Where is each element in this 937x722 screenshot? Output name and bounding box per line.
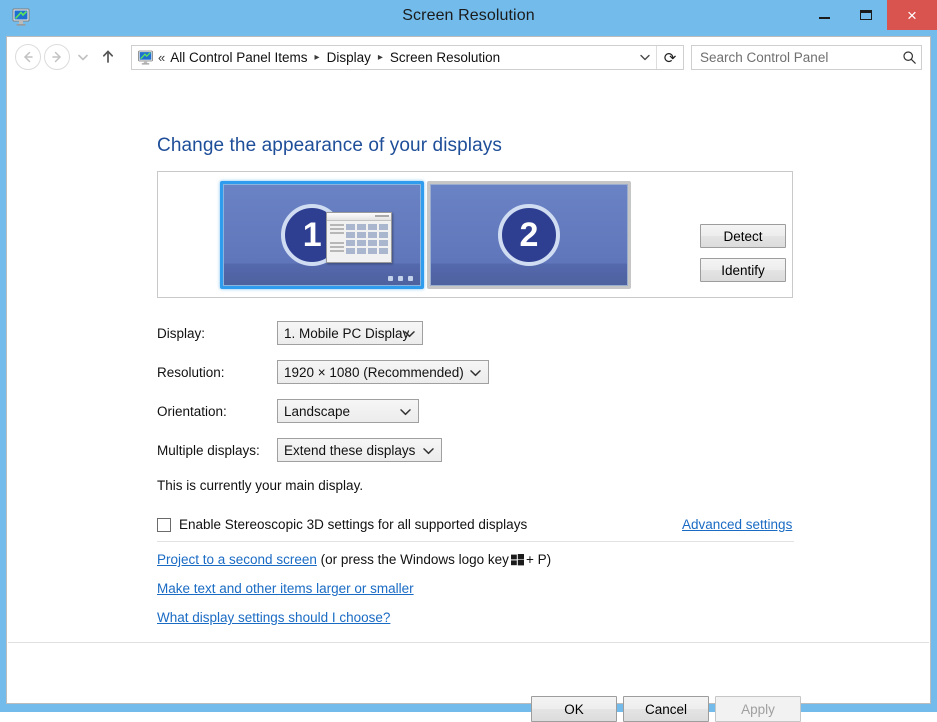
breadcrumb-overflow-icon[interactable]: « [158, 50, 165, 65]
make-text-larger-link-text: Make text and other items larger or smal… [157, 581, 414, 596]
up-arrow-icon [102, 50, 114, 63]
orientation-select-value: Landscape [284, 403, 351, 419]
refresh-icon: ⟳ [663, 49, 677, 67]
chevron-down-icon [470, 365, 481, 380]
ok-button[interactable]: OK [531, 696, 617, 722]
preview-window-titlebar [327, 213, 391, 221]
multiple-displays-label: Multiple displays: [157, 442, 260, 458]
divider [157, 541, 794, 542]
preview-window-icon [326, 212, 392, 263]
address-dropdown-button[interactable] [634, 46, 656, 69]
project-to-second-screen-link[interactable]: Project to a second screen [157, 552, 317, 567]
display-select-value: 1. Mobile PC Display [284, 325, 410, 341]
orientation-label: Orientation: [157, 403, 227, 419]
resolution-label: Resolution: [157, 364, 225, 380]
display-label: Display: [157, 325, 206, 341]
minimize-button[interactable] [803, 0, 845, 30]
forward-arrow-icon [52, 51, 61, 63]
what-display-settings-link[interactable]: What display settings should I choose? [157, 610, 390, 625]
magnifier-icon [897, 50, 921, 65]
multiple-displays-select[interactable]: Extend these displays [277, 438, 442, 462]
refresh-button[interactable]: ⟳ [656, 46, 683, 69]
chevron-down-icon [423, 443, 434, 458]
close-button[interactable]: × [887, 0, 937, 30]
project-second-screen-line: Project to a second screen (or press the… [157, 552, 551, 567]
preview-window-sidebar [330, 224, 344, 254]
monitor-1-screen: 1 [223, 184, 421, 286]
make-text-larger-link[interactable]: Make text and other items larger or smal… [157, 581, 414, 596]
multiple-displays-select-value: Extend these displays [284, 442, 416, 458]
breadcrumb-separator-icon[interactable]: ▸ [378, 52, 383, 63]
cancel-button[interactable]: Cancel [623, 696, 709, 722]
chevron-down-icon [78, 54, 88, 60]
recent-pages-button[interactable] [75, 44, 91, 70]
forward-button[interactable] [44, 44, 70, 70]
preview-window-grid [346, 224, 388, 254]
breadcrumb-item-screen-resolution[interactable]: Screen Resolution [389, 50, 501, 65]
chevron-down-icon [400, 404, 411, 419]
search-input[interactable]: Search Control Panel [692, 50, 897, 65]
display-preview-panel[interactable]: 1 2 [157, 171, 793, 298]
search-control-panel-box[interactable]: Search Control Panel [691, 45, 922, 70]
main-display-note: This is currently your main display. [157, 478, 364, 493]
windows-logo-key-icon [510, 554, 524, 566]
stereoscopic-checkbox[interactable] [157, 517, 171, 532]
what-display-settings-link-text: What display settings should I choose? [157, 610, 391, 625]
back-button[interactable] [15, 44, 41, 70]
page-title: Change the appearance of your displays [157, 135, 502, 156]
chevron-down-icon [404, 326, 415, 341]
monitor-2-number: 2 [498, 204, 560, 266]
dialog-footer: OK Cancel Apply [7, 643, 930, 722]
breadcrumb-item-all-control-panel-items[interactable]: All Control Panel Items [169, 50, 308, 65]
advanced-settings-link[interactable]: Advanced settings [682, 517, 792, 532]
window-title: Screen Resolution [402, 7, 535, 24]
stereoscopic-checkbox-row[interactable]: Enable Stereoscopic 3D settings for all … [157, 517, 527, 532]
nav-arrow-group [15, 44, 119, 70]
close-icon: × [907, 5, 917, 25]
back-arrow-icon [24, 51, 33, 63]
project-hint-suffix: + P) [525, 552, 552, 567]
orientation-row: Orientation: Landscape [157, 399, 419, 423]
chevron-down-icon [640, 54, 650, 61]
display-row: Display: 1. Mobile PC Display [157, 321, 423, 345]
monitor-2[interactable]: 2 [427, 181, 631, 289]
title-bar: Screen Resolution × [0, 0, 937, 36]
display-select[interactable]: 1. Mobile PC Display [277, 321, 423, 345]
client-area: « All Control Panel Items ▸ Display ▸ Sc… [6, 36, 931, 722]
preview-window-body [327, 221, 391, 257]
apply-button: Apply [715, 696, 801, 722]
resolution-select[interactable]: 1920 × 1080 (Recommended) [277, 360, 489, 384]
maximize-icon [860, 10, 872, 20]
screen-resolution-window: Screen Resolution × « All Control Panel … [0, 0, 937, 722]
content-area: Change the appearance of your displays 1 [7, 77, 930, 722]
minimize-icon [818, 16, 830, 19]
breadcrumb-separator-icon[interactable]: ▸ [315, 52, 320, 63]
stereoscopic-checkbox-label: Enable Stereoscopic 3D settings for all … [179, 517, 528, 532]
resolution-row: Resolution: 1920 × 1080 (Recommended) [157, 360, 489, 384]
breadcrumb-item-display[interactable]: Display [326, 50, 372, 65]
control-panel-icon [137, 49, 154, 66]
monitor-1[interactable]: 1 [220, 181, 424, 289]
breadcrumb: « All Control Panel Items ▸ Display ▸ Sc… [158, 50, 634, 65]
detect-button[interactable]: Detect [700, 224, 786, 248]
navigation-bar: « All Control Panel Items ▸ Display ▸ Sc… [7, 37, 930, 77]
preview-taskbar-dots [388, 276, 413, 281]
project-hint-prefix: (or press the Windows logo key [320, 552, 509, 567]
monitor-2-screen: 2 [430, 184, 628, 286]
maximize-button[interactable] [845, 0, 887, 30]
window-controls: × [803, 0, 937, 30]
up-button[interactable] [97, 44, 119, 70]
resolution-select-value: 1920 × 1080 (Recommended) [284, 364, 464, 380]
multiple-displays-row: Multiple displays: Extend these displays [157, 438, 442, 462]
orientation-select[interactable]: Landscape [277, 399, 419, 423]
identify-button[interactable]: Identify [700, 258, 786, 282]
address-bar[interactable]: « All Control Panel Items ▸ Display ▸ Sc… [131, 45, 684, 70]
